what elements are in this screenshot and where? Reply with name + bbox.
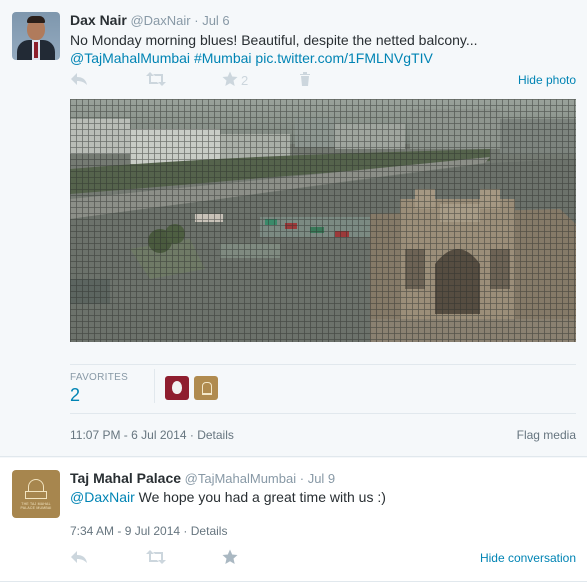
pic-link[interactable]: pic.twitter.com/1FMLNVgTIV: [255, 50, 432, 66]
favorite-count: 2: [241, 73, 249, 88]
avatar-logo-text: THE TAJ MAHAL PALACE MUMBAI: [20, 502, 52, 510]
tweet-actions: [70, 549, 270, 567]
details-link[interactable]: Details: [197, 428, 234, 442]
star-icon[interactable]: [222, 549, 238, 567]
tweet-header: Taj Mahal Palace @TajMahalMumbai · Jul 9: [70, 470, 335, 487]
divider: [70, 364, 576, 365]
tweet-body: We hope you had a great time with us :): [134, 489, 386, 505]
timestamp: 11:07 PM - 6 Jul 2014: [70, 428, 187, 442]
hashtag-link[interactable]: #Mumbai: [194, 50, 252, 66]
reply-icon[interactable]: [70, 549, 88, 567]
tweet-body: No Monday morning blues! Beautiful, desp…: [70, 32, 478, 48]
hide-photo-link[interactable]: Hide photo: [518, 73, 576, 87]
user-handle[interactable]: @DaxNair: [130, 13, 190, 28]
flag-media-link[interactable]: Flag media: [517, 428, 576, 442]
tweet-date[interactable]: Jul 9: [308, 471, 335, 486]
reply-icon[interactable]: [70, 71, 88, 89]
trash-icon[interactable]: [299, 71, 311, 89]
divider: [70, 413, 576, 414]
mention-link[interactable]: @DaxNair: [70, 489, 135, 505]
favoriter-avatar-egg[interactable]: [165, 376, 189, 400]
tweet-meta: 11:07 PM - 6 Jul 2014 · Details: [70, 428, 234, 442]
user-name[interactable]: Taj Mahal Palace: [70, 470, 181, 486]
favoriter-avatar-taj[interactable]: [194, 376, 218, 400]
star-icon[interactable]: [222, 71, 238, 89]
avatar-dax-nair[interactable]: [12, 12, 60, 60]
user-handle[interactable]: @TajMahalMumbai: [185, 471, 296, 486]
favorites-separator: [154, 369, 155, 403]
details-link[interactable]: Details: [191, 524, 228, 538]
avatar-taj-mahal-palace[interactable]: THE TAJ MAHAL PALACE MUMBAI: [12, 470, 60, 518]
tweet-date[interactable]: Jul 6: [202, 13, 229, 28]
tweet-meta: 7:34 AM - 9 Jul 2014 · Details: [70, 524, 227, 538]
timestamp: 7:34 AM - 9 Jul 2014: [70, 524, 181, 538]
tweet-expanded[interactable]: Dax Nair @DaxNair · Jul 6 No Monday morn…: [0, 0, 587, 457]
timeline: Dax Nair @DaxNair · Jul 6 No Monday morn…: [0, 0, 587, 582]
separator-dot: ·: [194, 13, 199, 28]
separator-dot: ·: [299, 471, 305, 486]
tweet-text: @DaxNair We hope you had a great time wi…: [70, 488, 386, 506]
favorites-count[interactable]: 2: [70, 385, 80, 406]
tweet-actions: 2: [70, 71, 580, 89]
hide-conversation-link[interactable]: Hide conversation: [480, 551, 576, 565]
retweet-icon[interactable]: [146, 549, 166, 567]
tweet-header: Dax Nair @DaxNair · Jul 6: [70, 12, 230, 29]
tweet-reply[interactable]: THE TAJ MAHAL PALACE MUMBAI Taj Mahal Pa…: [0, 458, 587, 582]
mention-link[interactable]: @TajMahalMumbai: [70, 50, 190, 66]
tweet-photo[interactable]: [70, 99, 576, 342]
user-name[interactable]: Dax Nair: [70, 12, 127, 28]
separator-dot: ·: [189, 428, 194, 442]
separator-dot: ·: [183, 524, 188, 538]
retweet-icon[interactable]: [146, 71, 166, 89]
favorites-label: FAVORITES: [70, 372, 129, 383]
tweet-text: No Monday morning blues! Beautiful, desp…: [70, 31, 575, 67]
